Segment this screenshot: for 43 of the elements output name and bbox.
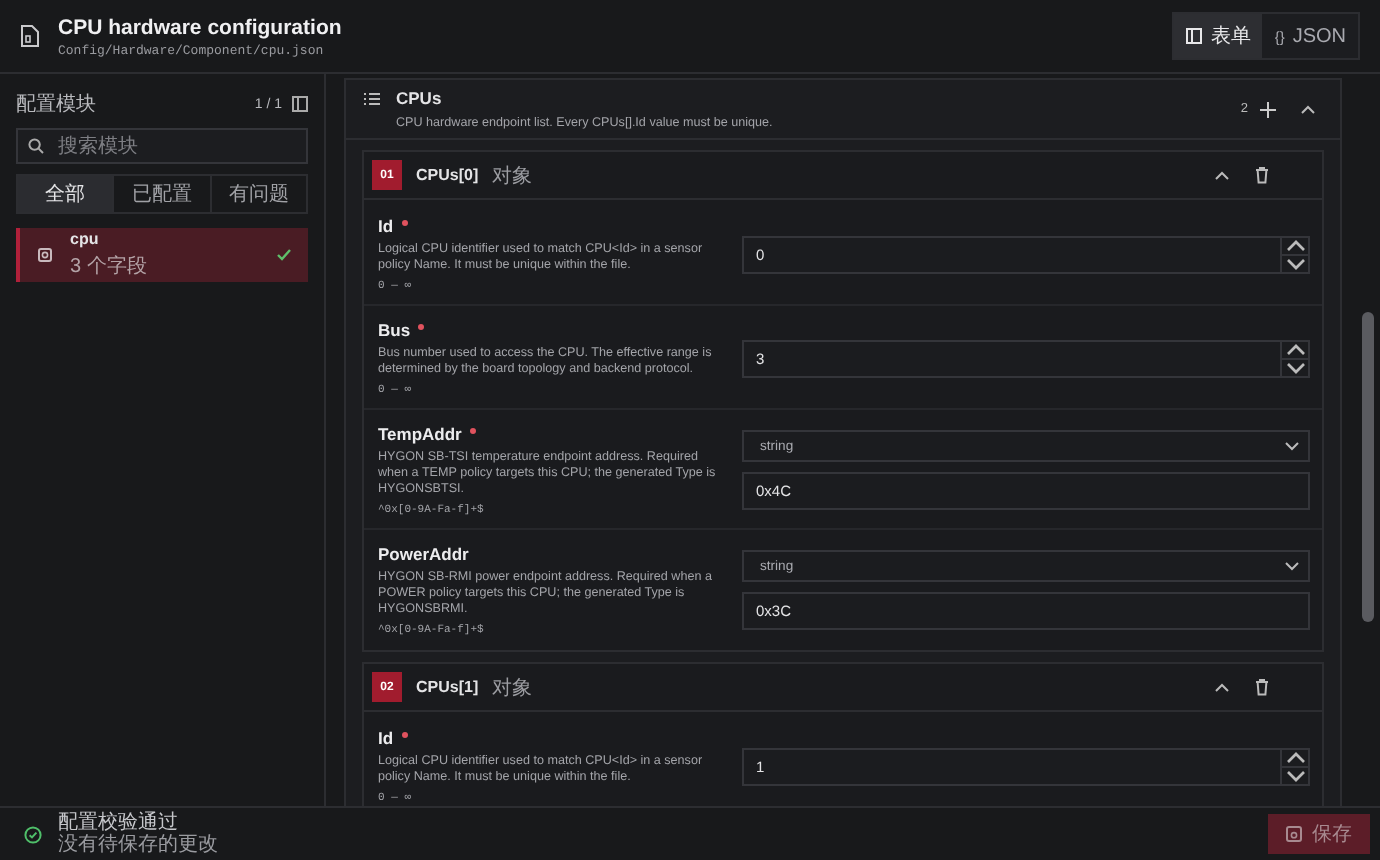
collapse-icon[interactable]	[1300, 103, 1316, 115]
scrollbar-thumb[interactable]	[1362, 312, 1374, 622]
collapse-sidebar-icon[interactable]	[292, 96, 308, 112]
collapse-icon[interactable]	[1214, 169, 1230, 181]
increment-icon[interactable]	[1282, 341, 1310, 357]
decrement-icon[interactable]	[1282, 765, 1310, 783]
field-label: Id	[378, 728, 394, 748]
field-label: Id	[378, 216, 394, 236]
item-title: CPUs[0]	[416, 166, 479, 184]
section-title: CPUs	[396, 88, 442, 108]
field-label: Bus	[378, 320, 411, 340]
view-tab[interactable]: 表单	[1174, 14, 1263, 58]
delete-icon[interactable]	[1254, 166, 1270, 184]
decrement-icon[interactable]	[1282, 253, 1310, 271]
filter-tab[interactable]: 全部	[18, 176, 113, 212]
add-icon[interactable]	[1260, 101, 1276, 117]
dropdown-icon[interactable]	[1284, 440, 1300, 452]
chip-icon	[36, 246, 54, 264]
field-label: PowerAddr	[378, 544, 469, 564]
status-title: 配置校验通过	[58, 812, 180, 834]
filter-tab[interactable]: 有问题	[209, 176, 306, 212]
filter-tab[interactable]: 已配置	[112, 176, 210, 212]
list-icon	[364, 91, 380, 105]
increment-icon[interactable]	[1282, 237, 1310, 253]
dropdown-icon[interactable]	[1284, 560, 1300, 572]
item-type: 对象	[492, 675, 535, 701]
item-type: 对象	[492, 163, 535, 189]
delete-icon[interactable]	[1254, 678, 1270, 696]
save-icon	[1286, 826, 1302, 842]
status-subtitle: 没有待保存的更改	[58, 834, 220, 856]
search-field[interactable]: 搜索模块	[16, 128, 308, 164]
module-field-count: 3 个字段	[70, 253, 149, 280]
panel-title: 配置模块	[16, 91, 98, 118]
panel-icon	[1186, 28, 1203, 44]
file-icon	[20, 24, 40, 48]
window-title: CPU hardware configuration	[58, 15, 344, 39]
module-name: cpu	[70, 230, 101, 248]
item-title: CPUs[1]	[416, 678, 479, 696]
collapse-icon[interactable]	[1214, 681, 1230, 693]
module-item[interactable]: cpu 3 个字段	[16, 228, 308, 282]
field-label: TempAddr	[378, 424, 462, 444]
decrement-icon[interactable]	[1282, 357, 1310, 375]
increment-icon[interactable]	[1282, 749, 1310, 765]
